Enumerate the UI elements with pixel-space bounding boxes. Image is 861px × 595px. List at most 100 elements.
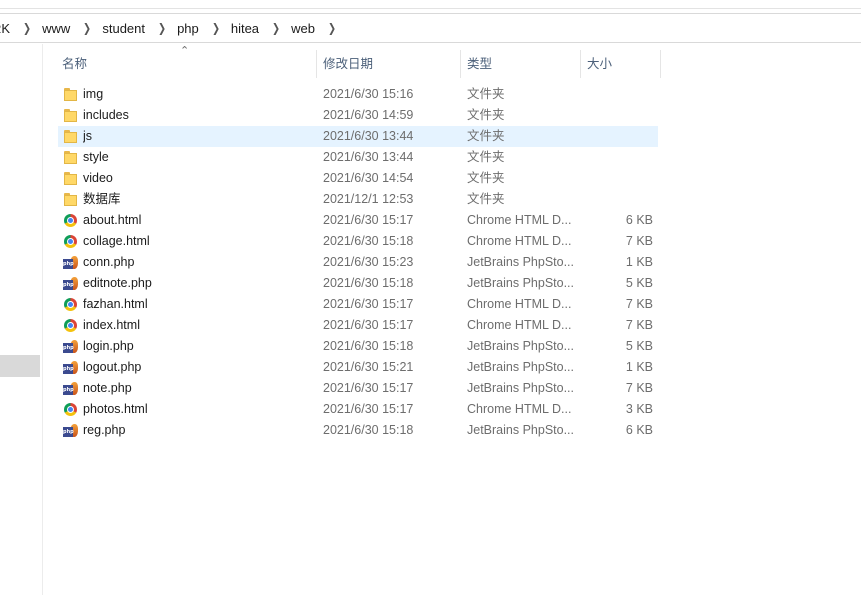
file-row[interactable]: index.html 2021/6/30 15:17 Chrome HTML D..… (58, 315, 658, 336)
file-row[interactable]: php reg.php 2021/6/30 15:18 JetBrains PhpSt… (58, 420, 658, 441)
file-icon-cell (63, 401, 80, 418)
folder-icon (64, 193, 78, 206)
file-name: index.html (83, 318, 140, 332)
file-size: 1 KB (625, 360, 653, 374)
file-list: img 2021/6/30 15:16 文件夹 includes 2021/6/30 1… (58, 84, 658, 441)
file-date: 2021/6/30 15:17 (323, 318, 414, 332)
column-header-name[interactable]: 名称 (55, 50, 316, 78)
column-divider[interactable] (660, 50, 661, 78)
file-type: JetBrains PhpSto... (467, 339, 575, 353)
file-row[interactable]: php conn.php 2021/6/30 15:23 JetBrains PhpS… (58, 252, 658, 273)
file-date: 2021/6/30 15:17 (323, 213, 414, 227)
chevron-right-icon[interactable]: ❯ (328, 21, 336, 35)
php-file-icon: php (63, 256, 79, 270)
file-icon-cell: php (63, 275, 80, 292)
file-size: 1 KB (625, 255, 653, 269)
nav-selected-item[interactable] (0, 355, 40, 377)
file-row[interactable]: about.html 2021/6/30 15:17 Chrome HTML D..… (58, 210, 658, 231)
file-row[interactable]: photos.html 2021/6/30 15:17 Chrome HTML D.… (58, 399, 658, 420)
file-name: fazhan.html (83, 297, 148, 311)
chevron-right-icon[interactable]: ❯ (212, 21, 220, 35)
chevron-right-icon[interactable]: ❯ (272, 21, 280, 35)
folder-icon (64, 109, 78, 122)
php-file-icon: php (63, 382, 79, 396)
breadcrumb-item[interactable]: student (102, 21, 149, 36)
file-icon-cell: php (63, 254, 80, 271)
file-name: login.php (83, 339, 134, 353)
file-date: 2021/6/30 15:17 (323, 297, 414, 311)
file-row[interactable]: collage.html 2021/6/30 15:18 Chrome HTML D… (58, 231, 658, 252)
file-name: 数据库 (83, 192, 121, 206)
file-name: reg.php (83, 423, 126, 437)
folder-icon (64, 172, 78, 185)
file-date: 2021/6/30 14:54 (323, 171, 414, 185)
breadcrumb-item[interactable]: hitea (231, 21, 263, 36)
file-date: 2021/6/30 13:44 (323, 129, 414, 143)
column-header-size[interactable]: 大小 (580, 50, 660, 78)
file-icon-cell: php (63, 422, 80, 439)
file-icon-cell: php (63, 380, 80, 397)
folder-icon (64, 88, 78, 101)
file-icon-cell (63, 86, 80, 103)
column-header-type[interactable]: 类型 (460, 50, 580, 78)
file-row[interactable]: style 2021/6/30 13:44 文件夹 (58, 147, 658, 168)
breadcrumb-item[interactable]: php (177, 21, 203, 36)
file-row[interactable]: php note.php 2021/6/30 15:17 JetBrains PhpS… (58, 378, 658, 399)
file-date: 2021/6/30 15:17 (323, 381, 414, 395)
chrome-icon (64, 214, 77, 227)
file-name: photos.html (83, 402, 148, 416)
file-row[interactable]: img 2021/6/30 15:16 文件夹 (58, 84, 658, 105)
php-file-icon: php (63, 361, 79, 375)
file-row[interactable]: js 2021/6/30 13:44 文件夹 (58, 126, 658, 147)
file-icon-cell (63, 191, 80, 208)
file-name: style (83, 150, 109, 164)
file-type: 文件夹 (467, 87, 505, 101)
chevron-right-icon[interactable]: ❯ (158, 21, 166, 35)
file-size: 5 KB (625, 339, 653, 353)
file-date: 2021/6/30 13:44 (323, 150, 414, 164)
breadcrumb-item[interactable]: www (42, 21, 74, 36)
file-row[interactable]: php logout.php 2021/6/30 15:21 JetBrains Ph… (58, 357, 658, 378)
breadcrumb-item[interactable]: RK (0, 21, 14, 36)
file-icon-cell (63, 107, 80, 124)
file-row[interactable]: php editnote.php 2021/6/30 15:18 JetBrains … (58, 273, 658, 294)
column-header-date[interactable]: 修改日期 (316, 50, 461, 78)
file-row[interactable]: 数据库 2021/12/1 12:53 文件夹 (58, 189, 658, 210)
file-row[interactable]: fazhan.html 2021/6/30 15:17 Chrome HTML D.… (58, 294, 658, 315)
file-row[interactable]: includes 2021/6/30 14:59 文件夹 (58, 105, 658, 126)
file-name: note.php (83, 381, 132, 395)
file-size: 7 KB (625, 234, 653, 248)
file-row[interactable]: php login.php 2021/6/30 15:18 JetBrains Php… (58, 336, 658, 357)
file-size: 6 KB (625, 423, 653, 437)
navigation-pane[interactable] (0, 44, 43, 595)
address-bar[interactable]: RK ❯ www ❯ student ❯ php ❯ hitea ❯ web ❯ (0, 13, 861, 43)
column-header: ⌃ 名称 修改日期 类型 大小 (55, 45, 661, 78)
folder-icon (64, 151, 78, 164)
file-type: JetBrains PhpSto... (467, 276, 575, 290)
breadcrumb-item[interactable]: web (291, 21, 319, 36)
file-date: 2021/6/30 15:21 (323, 360, 414, 374)
chevron-right-icon[interactable]: ❯ (83, 21, 91, 35)
chrome-icon (64, 235, 77, 248)
file-type: Chrome HTML D... (467, 297, 572, 311)
file-type: Chrome HTML D... (467, 234, 572, 248)
file-date: 2021/6/30 15:18 (323, 234, 414, 248)
file-icon-cell (63, 212, 80, 229)
chrome-icon (64, 298, 77, 311)
file-type: JetBrains PhpSto... (467, 360, 575, 374)
chrome-icon (64, 403, 77, 416)
file-icon-cell: php (63, 359, 80, 376)
file-date: 2021/6/30 15:18 (323, 276, 414, 290)
chevron-right-icon[interactable]: ❯ (23, 21, 31, 35)
file-type: 文件夹 (467, 129, 505, 143)
file-type: 文件夹 (467, 192, 505, 206)
file-size: 3 KB (625, 402, 653, 416)
file-type: 文件夹 (467, 108, 505, 122)
file-icon-cell (63, 149, 80, 166)
file-date: 2021/6/30 15:23 (323, 255, 414, 269)
file-row[interactable]: video 2021/6/30 14:54 文件夹 (58, 168, 658, 189)
file-type: 文件夹 (467, 150, 505, 164)
file-date: 2021/6/30 15:16 (323, 87, 414, 101)
file-icon-cell (63, 296, 80, 313)
file-type: JetBrains PhpSto... (467, 423, 575, 437)
